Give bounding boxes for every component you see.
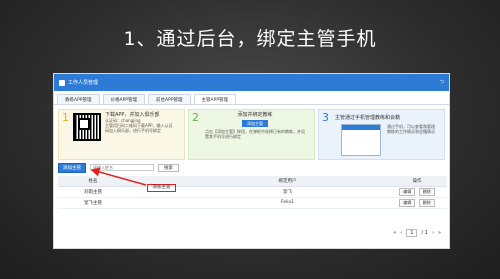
highlight-box: 添加主管 <box>147 184 176 192</box>
tab-manager-app[interactable]: 主管APP管理 <box>193 94 237 104</box>
step-number: 3 <box>322 111 329 124</box>
action-row: 添加主管 搜索 <box>58 162 445 173</box>
col-name: 姓名 <box>58 176 128 187</box>
cell-name: 宠飞主管 <box>58 197 128 209</box>
tab-coach-app[interactable]: 教练APP管理 <box>57 94 100 104</box>
step-desc: 点击【添加主管】按钮，在弹框中选择已有的教练，并设置其手机号进行绑定 <box>205 129 305 139</box>
step-number: 1 <box>62 111 69 124</box>
first-page-icon[interactable]: « <box>393 230 396 236</box>
delete-button[interactable]: 删除 <box>418 187 435 196</box>
step-heading: 添加并绑定教练 <box>237 112 273 118</box>
page-total: / 1 <box>421 230 428 236</box>
app-brand: 工作人员管理 <box>68 80 99 86</box>
steps-panel: 1 下载APP，并加入俱乐部 认证码：changjing 主管用扫码二维码下载A… <box>58 109 445 160</box>
next-page-icon[interactable]: › <box>432 230 434 236</box>
search-input[interactable] <box>90 164 154 171</box>
page-number[interactable]: 1 <box>406 229 418 237</box>
step-2: 2 添加并绑定教练 添加主管 点击【添加主管】按钮，在弹框中选择已有的教练，并设… <box>188 109 315 160</box>
step-desc: 主管用扫码二维码下载APP，输入认证码加入俱乐部，进行手机号绑定 <box>105 123 173 133</box>
step-desc: 通过手机，可以查看和管理教练的工作情况和会籍情况 <box>387 124 435 134</box>
tab-price-app[interactable]: 价格APP管理 <box>102 94 146 104</box>
table-header: 姓名 绑定用户 操作 <box>58 176 447 187</box>
step-3: 3 主管通过手机管理教练和会籍 通过手机，可以查看和管理教练的工作情况和会籍情况 <box>318 109 445 160</box>
tab-front-app[interactable]: 前台APP管理 <box>148 94 191 104</box>
phone-screen-icon <box>341 124 381 156</box>
cell-name: 刘雨主管 <box>58 186 128 198</box>
prev-page-icon[interactable]: ‹ <box>400 230 402 236</box>
cell-actions: 编辑 删除 <box>387 197 447 209</box>
step-number: 2 <box>192 111 199 124</box>
step-1: 1 下载APP，并加入俱乐部 认证码：changjing 主管用扫码二维码下载A… <box>58 109 185 160</box>
col-bound-user: 绑定用户 <box>188 176 387 187</box>
add-manager-button-inline[interactable]: 添加主管 <box>242 120 268 127</box>
back-icon[interactable]: ⮌ <box>440 79 444 87</box>
slide-title: 1、通过后台，绑定主管手机 <box>123 28 377 50</box>
qr-code-icon <box>73 113 101 141</box>
highlight-label: 添加主管 <box>152 185 171 190</box>
cell-user: Felix1 <box>188 197 387 209</box>
step-heading: 主管通过手机管理教练和会籍 <box>335 115 401 121</box>
search-button[interactable]: 搜索 <box>158 163 179 172</box>
manager-table: 姓名 绑定用户 操作 刘雨主管 宠飞 编辑 删除 宠飞主管 Felix1 编辑 … <box>58 176 447 209</box>
cell-user: 宠飞 <box>188 186 387 198</box>
pagination: « ‹ 1 / 1 › » <box>391 229 443 237</box>
app-screenshot: 工作人员管理 ⮌ 教练APP管理 价格APP管理 前台APP管理 主管APP管理… <box>53 73 450 249</box>
tab-bar: 教练APP管理 价格APP管理 前台APP管理 主管APP管理 <box>54 94 449 105</box>
table-row: 宠飞主管 Felix1 编辑 删除 <box>58 197 447 209</box>
col-actions: 操作 <box>387 176 447 187</box>
app-header: 工作人员管理 ⮌ <box>54 74 449 91</box>
add-manager-button[interactable]: 添加主管 <box>58 162 86 173</box>
edit-button[interactable]: 编辑 <box>399 198 416 207</box>
edit-button[interactable]: 编辑 <box>399 187 416 196</box>
last-page-icon[interactable]: » <box>438 230 441 236</box>
cell-actions: 编辑 删除 <box>387 186 447 198</box>
app-logo-icon <box>59 79 65 86</box>
cell-empty <box>128 197 188 209</box>
delete-button[interactable]: 删除 <box>418 198 435 207</box>
table-row: 刘雨主管 宠飞 编辑 删除 <box>58 186 447 198</box>
